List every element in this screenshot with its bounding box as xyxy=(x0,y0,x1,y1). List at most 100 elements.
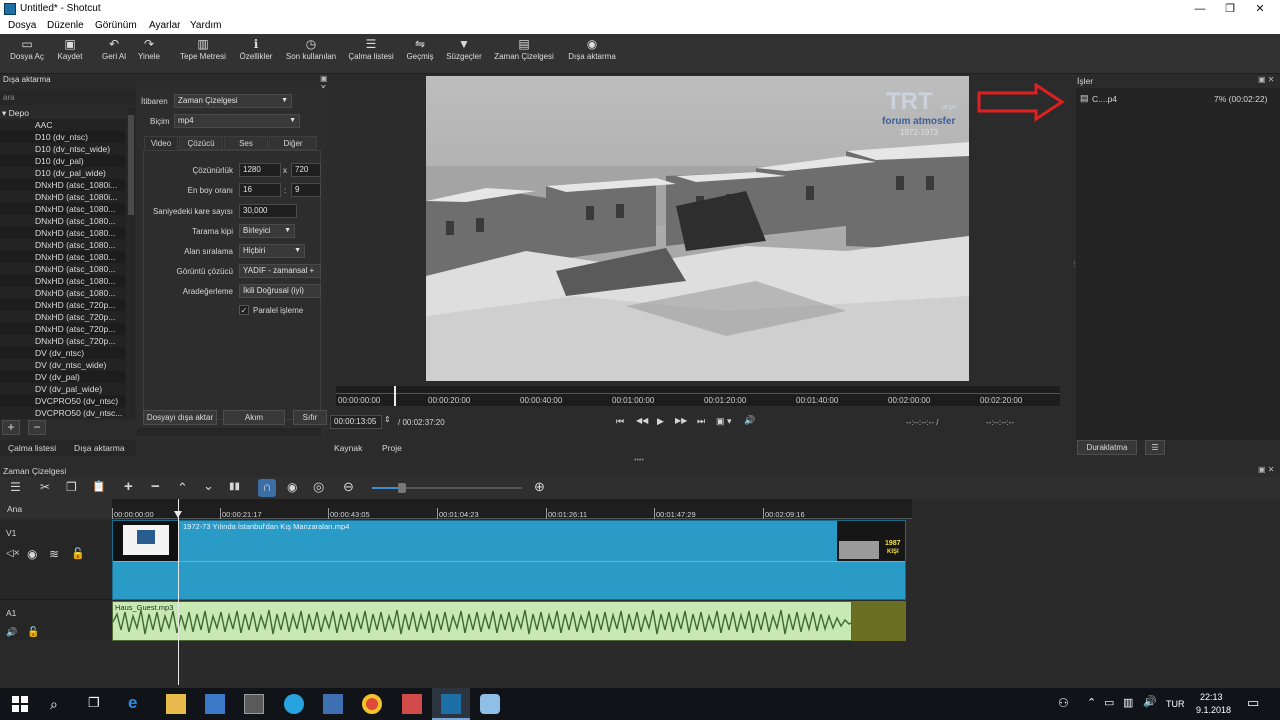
clock-date[interactable]: 9.1.2018 xyxy=(1196,705,1231,715)
current-time-field[interactable]: 00:00:13:05 xyxy=(330,415,382,429)
player-ruler[interactable]: 00:00:00:00 00:00:20:00 00:00:40:00 00:0… xyxy=(336,386,1060,406)
splitter-handle[interactable]: •••• xyxy=(634,457,644,464)
list-item[interactable]: DNxHD (atsc_720p... xyxy=(0,311,126,323)
overwrite-icon[interactable]: ⌄ xyxy=(203,478,214,494)
resolution-width-field[interactable]: 1280 xyxy=(239,163,281,177)
add-preset-button[interactable]: + xyxy=(2,420,20,435)
play-button[interactable]: ▶ xyxy=(657,416,664,427)
battery-icon[interactable]: ▭ xyxy=(1104,696,1114,709)
search-icon[interactable]: ⌕ xyxy=(50,696,58,713)
speaker-icon[interactable]: 🔊 xyxy=(1143,695,1157,708)
time-stepper-icon[interactable]: ⇕ xyxy=(384,415,391,424)
tab-export[interactable]: Dışa aktarma xyxy=(74,443,125,453)
menu-help[interactable]: Yardım xyxy=(190,20,222,31)
stream-button[interactable]: Akım xyxy=(223,410,285,425)
zoom-in-icon[interactable]: ⊕ xyxy=(534,479,545,495)
parallel-checkbox[interactable]: ✓ xyxy=(239,305,249,315)
tab-playlist[interactable]: Çalma listesi xyxy=(8,443,56,453)
resolution-height-field[interactable]: 720 xyxy=(291,163,321,177)
field-order-select[interactable]: Hiçbiri ▼ xyxy=(239,244,305,258)
language-indicator[interactable]: TUR xyxy=(1166,699,1185,709)
fast-forward-button[interactable]: ▶▶ xyxy=(675,416,687,425)
minimize-button[interactable]: — xyxy=(1184,0,1216,18)
save-button[interactable]: ▣ Kaydet xyxy=(52,34,88,72)
mute-icon[interactable]: ◁× xyxy=(6,548,20,559)
calculator-icon[interactable] xyxy=(244,694,264,714)
eye-icon[interactable]: ◉ xyxy=(27,547,37,561)
from-select[interactable]: Zaman Çizelgesi ▼ xyxy=(174,94,292,108)
deinterlacer-select[interactable]: YADIF - zamansal + xyxy=(239,264,321,278)
redo-button[interactable]: ↷ Yinele xyxy=(134,34,164,72)
chrome-icon[interactable] xyxy=(362,694,382,714)
list-item[interactable]: DNxHD (atsc_1080... xyxy=(0,227,126,239)
timeline-button[interactable]: ▤ Zaman Çizelgesi xyxy=(492,34,556,72)
panel-float-icon[interactable]: ▣ ✕ xyxy=(1258,75,1274,84)
list-item[interactable]: DVCPRO50 (dv_ntsc) xyxy=(0,395,126,407)
list-item[interactable]: DNxHD (atsc_1080... xyxy=(0,275,126,287)
list-item[interactable]: DNxHD (atsc_720p... xyxy=(0,323,126,335)
list-item[interactable]: D10 (dv_pal) xyxy=(0,155,126,167)
playhead-marker[interactable] xyxy=(174,511,182,518)
list-item[interactable]: DV (dv_ntsc_wide) xyxy=(0,359,126,371)
menu-file[interactable]: Dosya xyxy=(8,20,36,31)
a1-clip[interactable]: Haus_Guest.mp3 xyxy=(112,601,852,641)
list-item[interactable]: DNxHD (atsc_1080... xyxy=(0,287,126,299)
volume-icon[interactable]: 🔊 xyxy=(6,627,17,638)
panel-float-icon[interactable]: ▣ ✕ xyxy=(1258,465,1274,474)
properties-button[interactable]: ℹ Özellikler xyxy=(236,34,276,72)
reset-button[interactable]: Sıfır xyxy=(293,410,327,425)
zoom-slider-handle[interactable] xyxy=(398,483,406,493)
remote-icon[interactable] xyxy=(323,694,343,714)
explorer-icon[interactable] xyxy=(166,694,186,714)
tab-codec[interactable]: Çözücü xyxy=(179,136,223,150)
export-file-button[interactable]: Dosyayı dışa aktar xyxy=(143,410,217,425)
job-row[interactable]: ▤ C....p4 7% (00:02:22) xyxy=(1080,92,1276,106)
tray-up-icon[interactable]: ⌃ xyxy=(1087,696,1096,709)
skip-end-button[interactable]: ⏭ xyxy=(697,416,705,427)
people-icon[interactable]: ⚇ xyxy=(1058,696,1069,710)
action-center-icon[interactable]: ▭ xyxy=(1247,695,1259,711)
ripple-icon[interactable]: ◎ xyxy=(313,479,324,495)
list-item[interactable]: DV (dv_pal_wide) xyxy=(0,383,126,395)
filters-button[interactable]: ▼ Süzgeçler xyxy=(442,34,486,72)
menu-settings[interactable]: Ayarlar xyxy=(149,20,181,31)
list-item[interactable]: DNxHD (atsc_1080... xyxy=(0,251,126,263)
settings-hscrollbar[interactable] xyxy=(137,428,321,436)
cut-icon[interactable]: ✂ xyxy=(40,480,50,494)
composite-icon[interactable]: ≋ xyxy=(49,547,59,561)
task-view-icon[interactable]: ❐ xyxy=(88,695,100,711)
peak-meter-button[interactable]: ▥ Tepe Metresi xyxy=(174,34,232,72)
tab-other[interactable]: Diğer xyxy=(269,136,317,150)
menu-edit[interactable]: Düzenle xyxy=(47,20,84,31)
pause-button[interactable]: Duraklatma xyxy=(1077,440,1137,455)
list-item[interactable]: DNxHD (atsc_1080i... xyxy=(0,191,126,203)
edge-icon[interactable]: e xyxy=(128,693,137,713)
menu-icon[interactable]: ☰ xyxy=(10,480,21,494)
list-item[interactable]: D10 (dv_pal_wide) xyxy=(0,167,126,179)
a1-track-header[interactable]: A1 🔊 🔓 xyxy=(0,601,112,641)
tab-audio[interactable]: Ses xyxy=(224,136,268,150)
append-icon[interactable]: + xyxy=(124,478,133,495)
aspect-width-field[interactable]: 16 xyxy=(239,183,281,197)
zoom-slider[interactable] xyxy=(372,483,522,493)
open-file-button[interactable]: ▭ Dosya Aç xyxy=(6,34,48,72)
zoom-out-icon[interactable]: ⊖ xyxy=(343,479,354,495)
grid-toggle-button[interactable]: ▣ ▾ xyxy=(716,416,732,427)
v1-clip[interactable]: 1972-73 Yılında İstanbul'dan Kış Manzara… xyxy=(112,520,906,600)
tab-source[interactable]: Kaynak xyxy=(334,443,362,453)
list-item[interactable]: DNxHD (atsc_720p... xyxy=(0,335,126,347)
preset-search-input[interactable]: ara xyxy=(0,91,136,105)
history-button[interactable]: ⇋ Geçmiş xyxy=(402,34,438,72)
lock-icon[interactable]: 🔓 xyxy=(71,547,85,560)
video-frame[interactable]: TRT arşiv forum atmosfer 1972-1973 xyxy=(426,76,969,381)
list-item[interactable]: DNxHD (atsc_1080... xyxy=(0,215,126,227)
shotcut-taskbar-button[interactable] xyxy=(432,688,470,720)
start-icon[interactable] xyxy=(12,696,28,712)
list-item[interactable]: DV (dv_ntsc) xyxy=(0,347,126,359)
maximize-button[interactable]: ❐ xyxy=(1214,0,1246,18)
list-item[interactable]: DNxHD (atsc_1080... xyxy=(0,263,126,275)
snap-icon[interactable]: ∩ xyxy=(258,479,276,497)
jobs-menu-button[interactable]: ☰ xyxy=(1145,440,1165,455)
list-item[interactable]: DNxHD (atsc_1080... xyxy=(0,239,126,251)
export-button[interactable]: ◉ Dışa aktarma xyxy=(564,34,620,72)
